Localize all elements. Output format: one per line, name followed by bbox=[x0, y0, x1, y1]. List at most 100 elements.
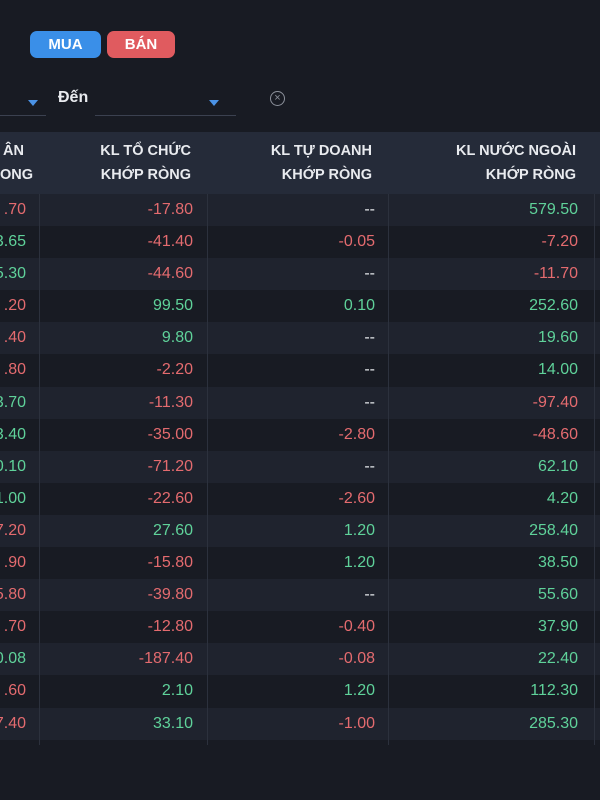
table-cell: 38.50 bbox=[537, 554, 578, 572]
table-cell: 1.00 bbox=[0, 489, 26, 507]
table-cell: 27.60 bbox=[152, 521, 193, 539]
table-cell: .80 bbox=[3, 361, 26, 379]
table-cell: 4.20 bbox=[546, 489, 578, 507]
table-row[interactable]: .90 -15.80 1.20 38.50 bbox=[0, 547, 600, 580]
table-row[interactable]: .70 -12.80 -0.40 37.90 bbox=[0, 611, 600, 644]
table-cell: .90 bbox=[3, 554, 26, 572]
table-cell: 3.70 bbox=[0, 393, 26, 411]
table-cell: -- bbox=[364, 393, 375, 411]
table-cell: -0.08 bbox=[338, 650, 375, 668]
table-cell: -187.40 bbox=[138, 650, 193, 668]
to-date-label: Đến bbox=[58, 89, 89, 106]
table-cell: 22.40 bbox=[537, 650, 578, 668]
table-row[interactable]: 7.40 33.10 -1.00 285.30 bbox=[0, 707, 600, 740]
column-divider bbox=[594, 194, 595, 745]
table-cell: -0.05 bbox=[338, 233, 375, 251]
table-cell: -48.60 bbox=[532, 425, 578, 443]
column-header-tu-doanh[interactable]: KL TỰ DOANH KHỚP RÒNG bbox=[220, 132, 372, 194]
table-cell: 37.90 bbox=[537, 618, 578, 636]
buy-button[interactable]: MUA bbox=[30, 31, 101, 58]
table-cell: .70 bbox=[3, 618, 26, 636]
table-cell: -41.40 bbox=[147, 233, 193, 251]
table-row[interactable]: .70 -17.80 -- 579.50 bbox=[0, 194, 600, 227]
table-cell: 1.20 bbox=[343, 521, 375, 539]
table-row[interactable]: 3.70 -11.30 -- -97.40 bbox=[0, 386, 600, 419]
table-cell: -0.40 bbox=[338, 618, 375, 636]
table-row[interactable]: 3.40 -35.00 -2.80 -48.60 bbox=[0, 418, 600, 451]
clear-filter-icon[interactable]: × bbox=[270, 91, 285, 106]
from-date-select[interactable] bbox=[0, 84, 50, 116]
table-cell: 62.10 bbox=[537, 457, 578, 475]
table-cell: -15.80 bbox=[147, 554, 193, 572]
table-cell: 19.60 bbox=[537, 329, 578, 347]
column-header-to-chuc[interactable]: KL TỔ CHỨC KHỚP RÒNG bbox=[60, 132, 191, 194]
table-cell: 285.30 bbox=[529, 714, 578, 732]
table-cell: 0.10 bbox=[343, 297, 375, 315]
table-cell: -- bbox=[364, 361, 375, 379]
table-row[interactable]: .40 9.80 -- 19.60 bbox=[0, 322, 600, 355]
chevron-down-icon bbox=[28, 100, 38, 106]
chevron-down-icon bbox=[209, 100, 219, 106]
table-row[interactable]: .20 99.50 0.10 252.60 bbox=[0, 290, 600, 323]
table-row[interactable]: 0.08 -187.40 -0.08 22.40 bbox=[0, 643, 600, 676]
table-header: ÂN ONG KL TỔ CHỨC KHỚP RÒNG KL TỰ DOANH KHỚ… bbox=[0, 132, 600, 194]
table-cell: 252.60 bbox=[529, 297, 578, 315]
table-row[interactable]: 5.80 -39.80 -- 55.60 bbox=[0, 579, 600, 612]
table-cell: -22.60 bbox=[147, 489, 193, 507]
table-row[interactable]: 5.30 -44.60 -- -11.70 bbox=[0, 258, 600, 291]
table-cell: -2.60 bbox=[338, 489, 375, 507]
table-cell: -71.20 bbox=[147, 457, 193, 475]
table-cell: .70 bbox=[3, 201, 26, 218]
table-row[interactable]: 7.20 27.60 1.20 258.40 bbox=[0, 514, 600, 548]
table-cell: 3.40 bbox=[0, 425, 26, 443]
table-cell: 0.08 bbox=[0, 650, 26, 668]
table-cell: 5.80 bbox=[0, 586, 26, 604]
column-divider bbox=[207, 194, 208, 745]
table-cell: 3.65 bbox=[0, 233, 26, 251]
column-header[interactable]: ÂN ONG bbox=[0, 132, 33, 194]
table-cell: 55.60 bbox=[537, 586, 578, 604]
table-cell: 258.40 bbox=[529, 521, 578, 539]
table-cell: -1.00 bbox=[338, 714, 375, 732]
column-header-nuoc-ngoai[interactable]: KL NƯỚC NGOÀI KHỚP RÒNG bbox=[400, 132, 576, 194]
table-row[interactable]: 3.65 -41.40 -0.05 -7.20 bbox=[0, 226, 600, 259]
table-row[interactable]: .80 -2.20 -- 14.00 bbox=[0, 354, 600, 387]
table-cell: -44.60 bbox=[147, 265, 193, 283]
table-cell: -17.80 bbox=[147, 201, 193, 218]
table-cell: 1.20 bbox=[343, 682, 375, 700]
column-divider bbox=[39, 194, 40, 745]
table-cell: 9.80 bbox=[161, 329, 193, 347]
table-cell: -- bbox=[364, 265, 375, 283]
table-body: .70 -17.80 -- 579.50 3.65 -41.40 -0.05 -7.20 5.3… bbox=[0, 194, 600, 740]
table-cell: .60 bbox=[3, 682, 26, 700]
sell-button[interactable]: BÁN bbox=[107, 31, 175, 58]
table-cell: 112.30 bbox=[530, 682, 578, 700]
table-row[interactable]: .60 2.10 1.20 112.30 bbox=[0, 675, 600, 708]
table-cell: 7.20 bbox=[0, 521, 26, 539]
table-cell: 1.20 bbox=[343, 554, 375, 572]
table-cell: .40 bbox=[3, 329, 26, 347]
table-cell: -97.40 bbox=[532, 393, 578, 411]
table-cell: -- bbox=[364, 457, 375, 475]
to-date-select[interactable] bbox=[95, 84, 236, 116]
table-cell: 7.40 bbox=[0, 714, 26, 732]
column-divider bbox=[388, 194, 389, 745]
table-cell: -35.00 bbox=[147, 425, 193, 443]
table-cell: -2.80 bbox=[338, 425, 375, 443]
table-cell: -11.30 bbox=[148, 393, 193, 411]
table-cell: 33.10 bbox=[152, 714, 193, 732]
table-row[interactable]: 1.00 -22.60 -2.60 4.20 bbox=[0, 482, 600, 515]
table-cell: 5.30 bbox=[0, 265, 26, 283]
table-cell: 99.50 bbox=[152, 297, 193, 315]
table-cell: 0.10 bbox=[0, 457, 26, 475]
table-cell: -2.20 bbox=[156, 361, 193, 379]
table-cell: -12.80 bbox=[147, 618, 193, 636]
table-cell: -39.80 bbox=[147, 586, 193, 604]
table-row[interactable]: 0.10 -71.20 -- 62.10 bbox=[0, 450, 600, 483]
table-cell: 14.00 bbox=[537, 361, 578, 379]
table-cell: .20 bbox=[3, 297, 26, 315]
table-cell: -7.20 bbox=[541, 233, 578, 251]
table-cell: 2.10 bbox=[161, 682, 193, 700]
table-cell: -- bbox=[364, 201, 375, 218]
table-cell: 579.50 bbox=[529, 201, 578, 218]
